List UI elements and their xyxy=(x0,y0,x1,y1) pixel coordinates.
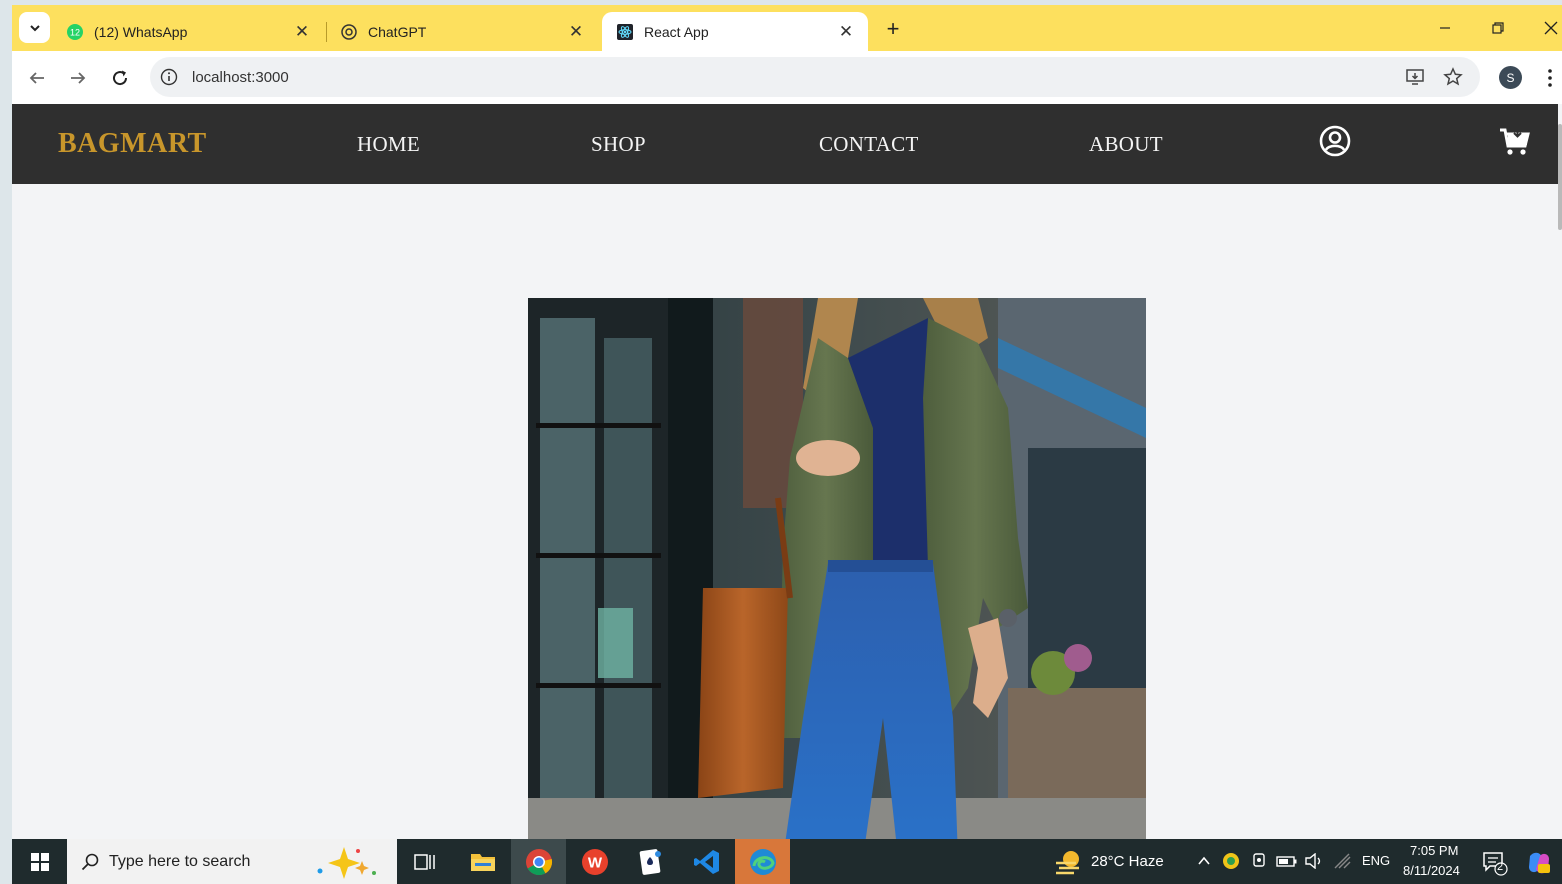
tab-whatsapp[interactable]: 12 (12) WhatsApp ✕ xyxy=(52,12,324,51)
chrome-button[interactable] xyxy=(511,839,566,884)
copilot-icon[interactable] xyxy=(1526,850,1552,876)
chatgpt-icon xyxy=(341,23,357,40)
playing-card-icon xyxy=(639,848,661,875)
hero-image xyxy=(528,298,1146,839)
copilot-sparkle-icon xyxy=(317,847,376,879)
site-navbar: BAGMART HOME SHOP CONTACT ABOUT xyxy=(12,104,1558,184)
search-icon xyxy=(81,853,99,870)
chrome-icon xyxy=(525,848,552,875)
address-bar[interactable]: localhost:3000 xyxy=(150,57,1480,97)
windows-logo-icon xyxy=(30,852,49,871)
user-account-icon[interactable] xyxy=(1318,124,1352,158)
arrow-right-icon xyxy=(71,72,86,84)
wps-office-button[interactable]: W xyxy=(567,839,622,884)
task-view-button[interactable] xyxy=(397,839,452,884)
url-text[interactable]: localhost:3000 xyxy=(192,69,289,86)
language-indicator[interactable]: ENG xyxy=(1362,853,1390,868)
weather-text[interactable]: 28°C Haze xyxy=(1091,853,1164,870)
meet-now-icon[interactable] xyxy=(1251,852,1267,870)
tab-title: ChatGPT xyxy=(368,23,427,40)
forward-button[interactable] xyxy=(64,64,92,92)
search-placeholder: Type here to search xyxy=(109,852,251,870)
minimize-button[interactable] xyxy=(1430,15,1460,41)
close-tab-icon[interactable]: ✕ xyxy=(290,20,314,44)
reload-icon xyxy=(113,70,128,86)
clock-time[interactable]: 7:05 PM xyxy=(1410,843,1458,858)
hero-photo-illustration xyxy=(528,298,1146,839)
weather-haze-icon xyxy=(1056,851,1079,875)
nav-home[interactable]: HOME xyxy=(357,132,420,157)
tab-title: (12) WhatsApp xyxy=(94,23,188,40)
page-scrollbar[interactable] xyxy=(1558,124,1562,230)
wifi-off-icon[interactable] xyxy=(1334,853,1352,869)
start-button[interactable] xyxy=(12,839,67,884)
profile-initial: S xyxy=(1506,70,1515,85)
close-window-button[interactable] xyxy=(1536,15,1562,41)
minimize-icon xyxy=(1440,27,1450,29)
shopping-cart-icon[interactable] xyxy=(1498,124,1532,158)
tab-react-app[interactable]: React App ✕ xyxy=(602,12,868,51)
reload-button[interactable] xyxy=(106,64,134,92)
nav-contact[interactable]: CONTACT xyxy=(819,132,919,157)
browser-menu-button[interactable] xyxy=(1540,65,1560,91)
file-explorer-button[interactable] xyxy=(455,839,510,884)
close-icon xyxy=(1544,21,1558,35)
notification-center-icon[interactable] xyxy=(1482,850,1508,876)
clock-date[interactable]: 8/11/2024 xyxy=(1403,863,1460,878)
desktop: 12 (12) WhatsApp ✕ ChatGPT ✕ React App ✕… xyxy=(0,0,1562,884)
new-tab-button[interactable]: + xyxy=(881,16,905,41)
tab-title: React App xyxy=(644,23,709,40)
restore-icon xyxy=(1492,22,1504,34)
svg-text:W: W xyxy=(587,854,602,871)
back-button[interactable] xyxy=(23,64,51,92)
tab-chatgpt[interactable]: ChatGPT ✕ xyxy=(326,12,598,51)
svg-text:12: 12 xyxy=(70,27,80,37)
taskbar-search-box[interactable]: Type here to search xyxy=(67,839,397,884)
restore-button[interactable] xyxy=(1483,15,1513,41)
tab-search-button[interactable] xyxy=(19,12,50,43)
page-viewport: BAGMART HOME SHOP CONTACT ABOUT xyxy=(12,104,1562,839)
vscode-icon xyxy=(693,849,719,874)
profile-avatar[interactable]: S xyxy=(1499,66,1522,89)
nav-about[interactable]: ABOUT xyxy=(1089,132,1163,157)
brand-logo[interactable]: BAGMART xyxy=(58,128,207,160)
browser-toolbar: localhost:3000 S xyxy=(12,51,1562,104)
bookmark-star-icon[interactable] xyxy=(1442,66,1464,88)
arrow-left-icon xyxy=(29,72,44,84)
info-icon[interactable] xyxy=(160,68,178,86)
folder-icon xyxy=(470,853,495,871)
edge-button[interactable] xyxy=(735,839,790,884)
notification-count: 2 xyxy=(1497,861,1504,873)
volume-icon[interactable] xyxy=(1304,853,1324,869)
kebab-menu-icon xyxy=(1548,69,1552,87)
windows-taskbar: Type here to search W 28°C Haze ENG 7:05… xyxy=(12,839,1562,884)
vscode-button[interactable] xyxy=(679,839,734,884)
battery-icon[interactable] xyxy=(1276,853,1298,869)
whatsapp-icon: 12 xyxy=(67,23,83,40)
close-tab-icon[interactable]: ✕ xyxy=(834,20,858,44)
browser-tray-icon[interactable] xyxy=(1222,852,1240,870)
browser-tab-strip: 12 (12) WhatsApp ✕ ChatGPT ✕ React App ✕… xyxy=(12,5,1562,51)
solitaire-button[interactable] xyxy=(623,839,678,884)
chevron-down-icon xyxy=(29,24,40,31)
chevron-up-icon[interactable] xyxy=(1197,854,1211,868)
task-view-icon xyxy=(413,853,435,870)
close-tab-icon[interactable]: ✕ xyxy=(564,20,588,44)
install-app-icon[interactable] xyxy=(1404,66,1426,88)
nav-shop[interactable]: SHOP xyxy=(591,132,646,157)
react-icon xyxy=(617,23,633,40)
edge-icon xyxy=(749,848,776,875)
wps-office-icon: W xyxy=(581,848,608,875)
